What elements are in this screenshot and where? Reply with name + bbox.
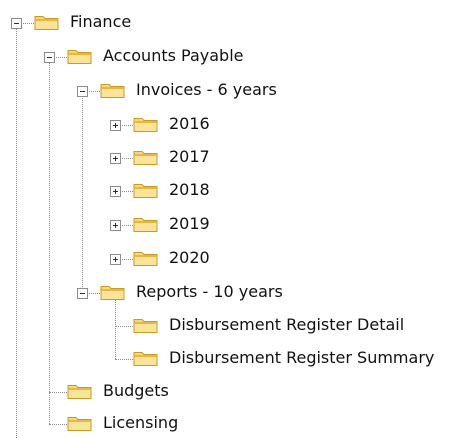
tree-node-2019[interactable]: 2019 <box>0 211 220 239</box>
expand-toggle-icon[interactable] <box>110 153 121 164</box>
tree-node-label: Accounts Payable <box>103 46 244 65</box>
tree-node-reports[interactable]: Reports - 10 years <box>0 279 320 307</box>
tree-node-disbursement-register-summary[interactable]: Disbursement Register Summary <box>0 345 459 373</box>
tree-node-invoices[interactable]: Invoices - 6 years <box>0 77 300 105</box>
tree-node-label: 2020 <box>169 248 210 267</box>
folder-icon <box>133 115 159 133</box>
folder-icon <box>133 316 159 334</box>
tree-node-label: Disbursement Register Summary <box>169 348 435 367</box>
expand-toggle-icon[interactable] <box>110 254 121 265</box>
folder-icon <box>133 181 159 199</box>
folder-icon <box>67 414 93 432</box>
folder-icon <box>34 13 60 31</box>
tree-node-2017[interactable]: 2017 <box>0 144 220 172</box>
folder-icon <box>133 215 159 233</box>
collapse-toggle-icon[interactable] <box>77 288 88 299</box>
tree-node-label: Reports - 10 years <box>136 282 283 301</box>
folder-icon <box>100 81 126 99</box>
collapse-toggle-icon[interactable] <box>44 52 55 63</box>
tree-node-finance[interactable]: Finance <box>0 8 180 36</box>
tree-node-label: Budgets <box>103 381 169 400</box>
tree-node-2018[interactable]: 2018 <box>0 177 220 205</box>
folder-tree: Finance Accounts Payable Invoices - 6 ye… <box>0 0 459 438</box>
tree-node-disbursement-register-detail[interactable]: Disbursement Register Detail <box>0 312 440 340</box>
expand-toggle-icon[interactable] <box>110 220 121 231</box>
tree-node-label: Disbursement Register Detail <box>169 315 405 334</box>
tree-node-2020[interactable]: 2020 <box>0 245 220 273</box>
folder-icon <box>133 249 159 267</box>
tree-node-label: 2019 <box>169 214 210 233</box>
expand-toggle-icon[interactable] <box>110 186 121 197</box>
tree-node-label: 2017 <box>169 147 210 166</box>
collapse-toggle-icon[interactable] <box>77 86 88 97</box>
tree-node-licensing[interactable]: Licensing <box>0 410 220 438</box>
folder-icon <box>133 349 159 367</box>
tree-node-label: Invoices - 6 years <box>136 80 277 99</box>
tree-node-label: Finance <box>70 12 132 31</box>
folder-icon <box>100 283 126 301</box>
folder-icon <box>67 382 93 400</box>
tree-node-label: 2018 <box>169 180 210 199</box>
tree-node-2016[interactable]: 2016 <box>0 111 220 139</box>
tree-node-budgets[interactable]: Budgets <box>0 378 220 406</box>
folder-icon <box>67 47 93 65</box>
collapse-toggle-icon[interactable] <box>11 18 22 29</box>
expand-toggle-icon[interactable] <box>110 120 121 131</box>
tree-node-label: Licensing <box>103 413 179 432</box>
tree-node-accounts-payable[interactable]: Accounts Payable <box>0 43 280 71</box>
folder-icon <box>133 148 159 166</box>
tree-node-label: 2016 <box>169 114 210 133</box>
